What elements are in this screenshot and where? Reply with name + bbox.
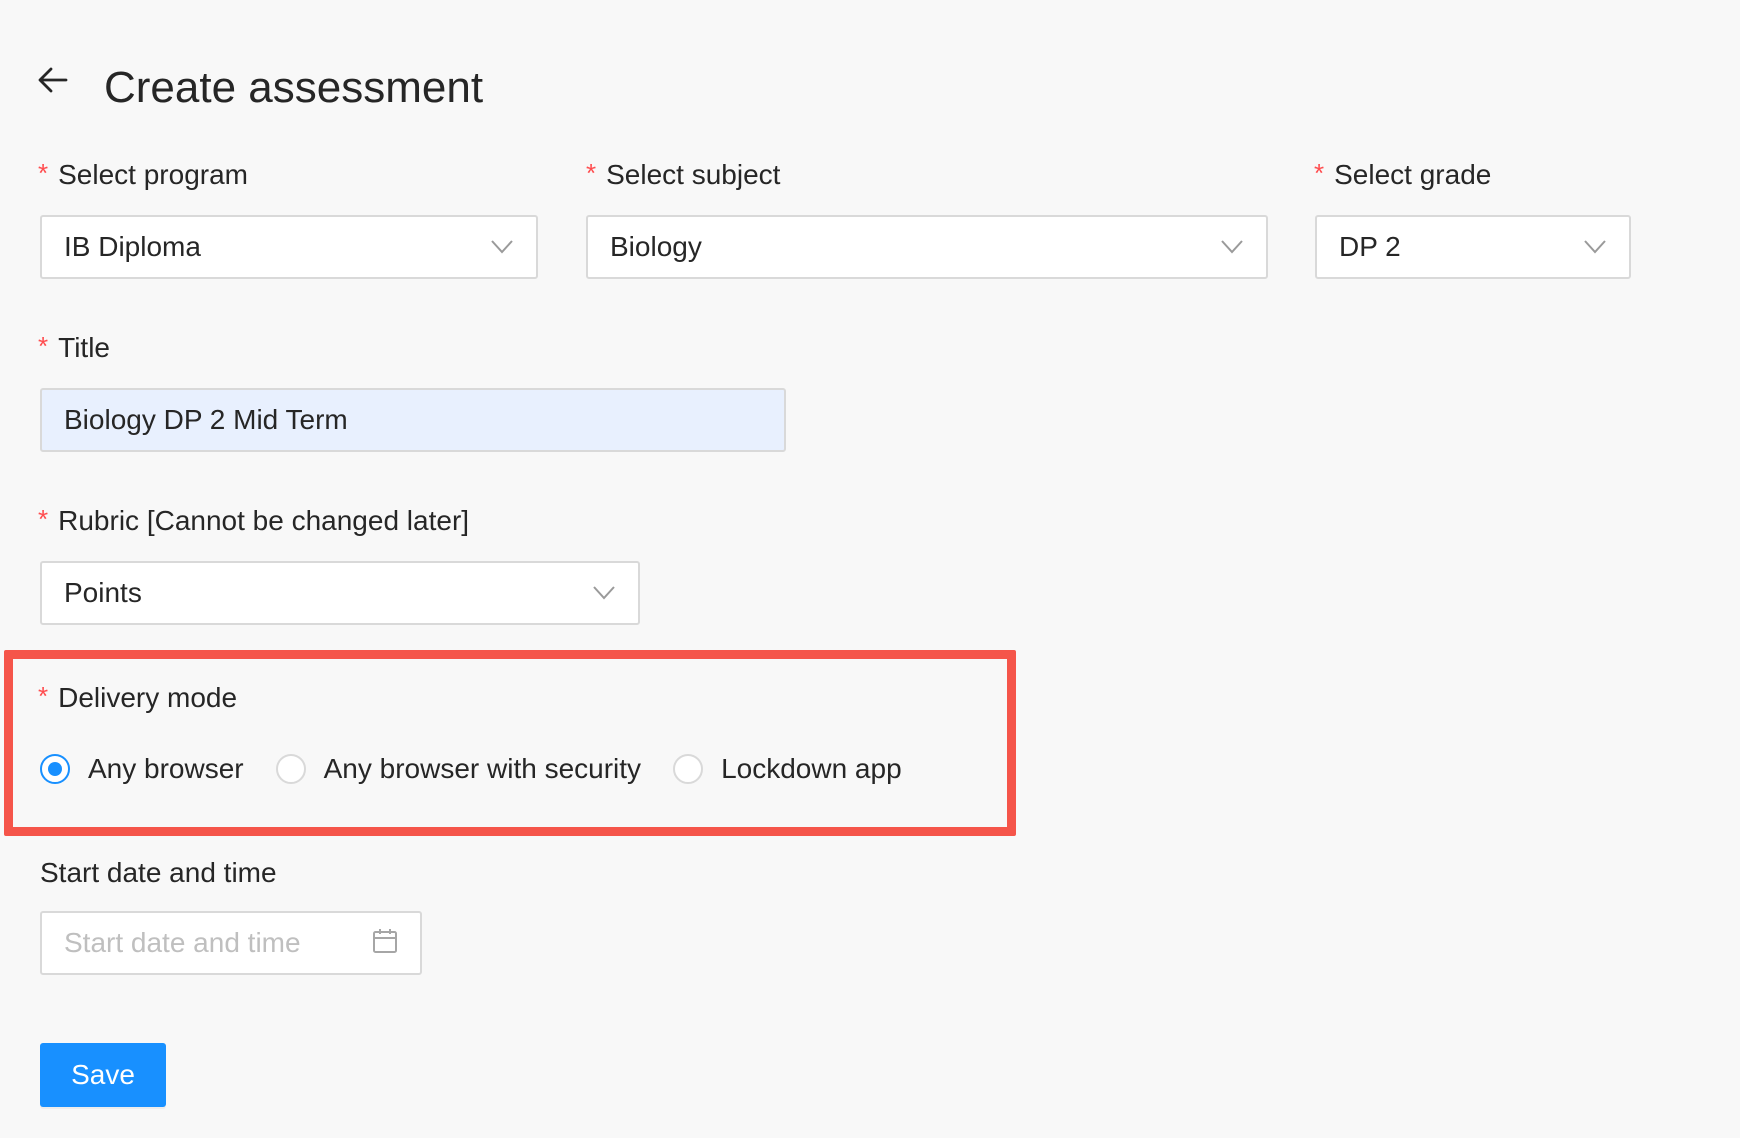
subject-label: * Select subject (586, 158, 781, 190)
back-button[interactable] (38, 62, 68, 98)
program-label: * Select program (38, 158, 248, 190)
radio-unchecked-icon[interactable] (673, 754, 704, 784)
radio-label: Lockdown app (721, 753, 902, 784)
required-marker: * (586, 158, 597, 188)
radio-label: Any browser (88, 753, 244, 784)
radio-any-browser[interactable]: Any browser (40, 753, 244, 785)
save-button[interactable]: Save (40, 1043, 166, 1107)
subject-select[interactable]: Biology (586, 215, 1268, 279)
subject-select-value: Biology (610, 231, 702, 262)
radio-any-browser-with-security[interactable]: Any browser with security (275, 753, 642, 785)
rubric-select-value: Points (64, 577, 142, 608)
radio-unchecked-icon[interactable] (275, 754, 306, 784)
grade-select-value: DP 2 (1339, 231, 1401, 262)
delivery-mode-radio-group: Any browser Any browser with security Lo… (40, 753, 934, 785)
required-marker: * (38, 331, 49, 361)
radio-label: Any browser with security (323, 753, 642, 784)
rubric-label: * Rubric [Cannot be changed later] (38, 504, 470, 536)
required-marker: * (38, 158, 49, 188)
calendar-icon[interactable] (372, 928, 398, 959)
delivery-mode-highlight (4, 650, 1016, 836)
delivery-mode-label: * Delivery mode (38, 681, 238, 713)
chevron-down-icon (1583, 235, 1607, 259)
radio-checked-icon[interactable] (40, 754, 70, 784)
page-title: Create assessment (104, 63, 484, 112)
title-label: * Title (38, 331, 110, 363)
program-select[interactable]: IB Diploma (40, 215, 538, 279)
arrow-left-icon (38, 67, 68, 93)
title-input[interactable] (40, 388, 786, 452)
start-date-placeholder: Start date and time (64, 927, 301, 958)
rubric-select[interactable]: Points (40, 561, 640, 625)
chevron-down-icon (592, 581, 616, 605)
required-marker: * (38, 681, 49, 711)
grade-select[interactable]: DP 2 (1315, 215, 1631, 279)
start-date-label: Start date and time (40, 857, 277, 888)
program-select-value: IB Diploma (64, 231, 201, 262)
chevron-down-icon (1220, 235, 1244, 259)
radio-lockdown-app[interactable]: Lockdown app (673, 753, 902, 785)
grade-label: * Select grade (1314, 158, 1492, 190)
start-date-picker[interactable]: Start date and time (40, 911, 422, 975)
chevron-down-icon (490, 235, 514, 259)
required-marker: * (38, 504, 49, 534)
required-marker: * (1314, 158, 1325, 188)
